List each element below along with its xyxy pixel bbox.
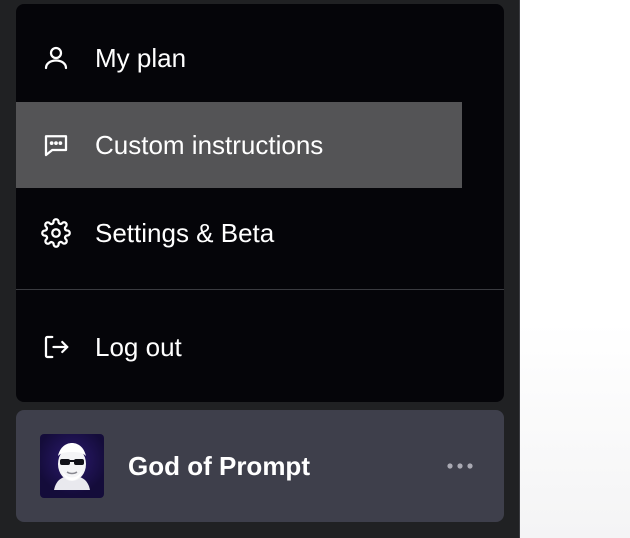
menu-item-label: My plan bbox=[95, 42, 187, 73]
menu-item-settings[interactable]: Settings & Beta bbox=[16, 190, 462, 276]
menu-item-label: Log out bbox=[95, 331, 182, 362]
main-content-area bbox=[520, 0, 630, 538]
sidebar: My plan Custom instructions Settings & B… bbox=[0, 0, 520, 538]
avatar bbox=[40, 434, 104, 498]
menu-divider bbox=[16, 289, 504, 290]
menu-item-log-out[interactable]: Log out bbox=[16, 304, 462, 390]
gear-icon bbox=[41, 218, 71, 248]
user-account-button[interactable]: God of Prompt bbox=[16, 410, 504, 522]
account-menu: My plan Custom instructions Settings & B… bbox=[16, 4, 504, 402]
logout-icon bbox=[41, 332, 71, 362]
more-options-icon[interactable] bbox=[440, 446, 480, 486]
menu-item-label: Custom instructions bbox=[95, 129, 324, 160]
avatar-image bbox=[54, 443, 90, 490]
menu-item-label: Settings & Beta bbox=[95, 217, 275, 248]
message-dots-icon bbox=[41, 130, 71, 160]
user-icon bbox=[41, 43, 71, 73]
user-name: God of Prompt bbox=[128, 450, 310, 481]
menu-item-my-plan[interactable]: My plan bbox=[16, 15, 462, 101]
menu-item-custom-instructions[interactable]: Custom instructions bbox=[16, 102, 462, 188]
